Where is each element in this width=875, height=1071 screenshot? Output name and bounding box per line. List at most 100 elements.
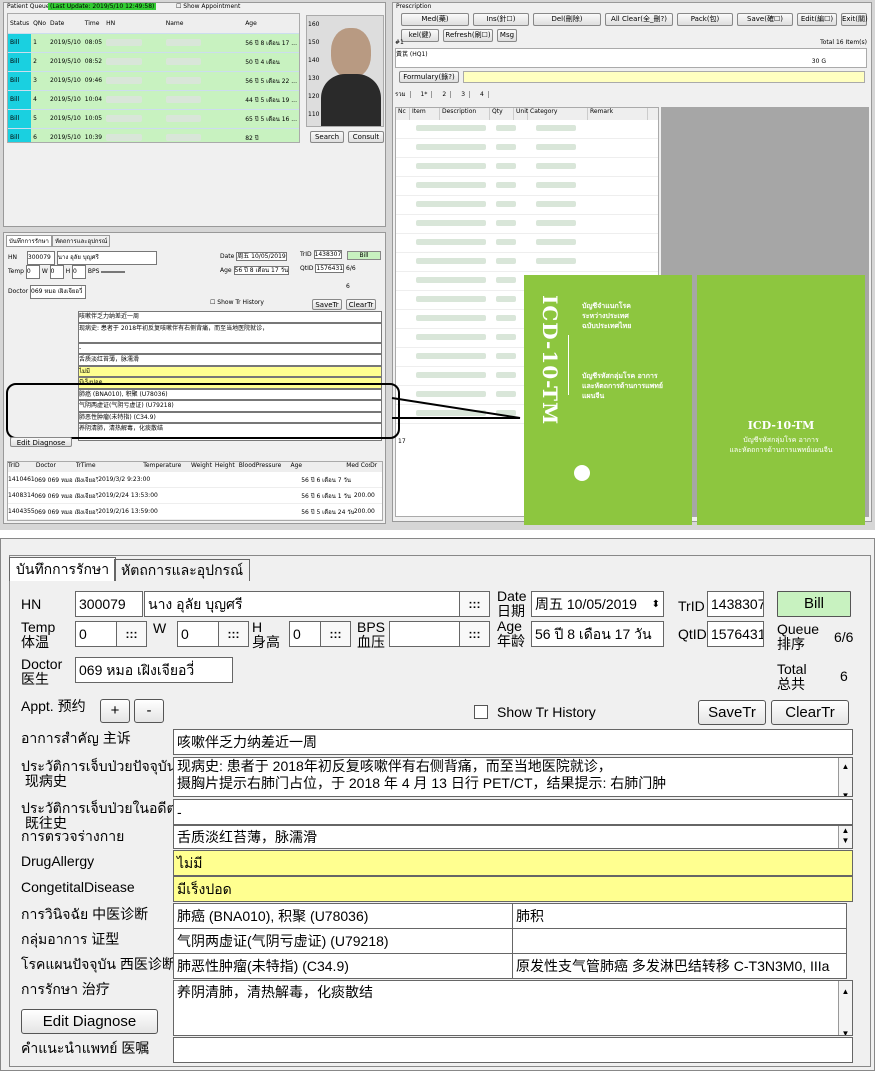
tab-treatment-record[interactable]: บันทึกการรักษา <box>9 557 117 581</box>
appt-add-button[interactable]: + <box>100 699 130 723</box>
rx-row[interactable] <box>396 253 658 272</box>
weight-lookup-button[interactable]: ::: <box>218 622 248 646</box>
col-header[interactable]: Status <box>8 14 32 34</box>
search-button[interactable]: Search <box>310 131 344 143</box>
hn-lookup-button[interactable]: ::: <box>459 592 489 616</box>
tr-col-header[interactable]: Height <box>215 462 239 472</box>
col-header[interactable]: Time <box>82 14 105 34</box>
show-tr-history-checkbox[interactable] <box>474 705 488 719</box>
table-row[interactable]: Bill42019/5/1010:04xxxxxxxxxxxxxxxxxxxx4… <box>8 90 299 110</box>
col-header[interactable]: Age <box>243 14 299 34</box>
tr-col-header[interactable]: TrTime <box>76 462 144 472</box>
syndrome-field[interactable]: 气阴两虚证(气阴亏虚证) (U79218) <box>173 928 513 954</box>
congenital-disease-field[interactable]: มีเร็งปอด <box>173 876 853 902</box>
temp-field[interactable]: 0::: <box>75 621 147 647</box>
rx-row[interactable] <box>396 139 658 158</box>
tcm-diagnosis-name-field[interactable]: 肺积 <box>512 903 847 929</box>
bps-lookup-button[interactable]: ::: <box>459 622 489 646</box>
date-field[interactable]: 周五 10/05/2019 ⬍ <box>531 591 664 617</box>
rx-button-6[interactable]: Edit(編☐) <box>797 13 837 26</box>
table-row[interactable]: Bill32019/5/1009:46xxxxxxxxxxxxxxxxxxxx5… <box>8 71 299 91</box>
rx-row[interactable] <box>396 158 658 177</box>
rx-toolbar2-button-1[interactable]: Refresh(刷☐) <box>443 29 493 42</box>
consult-button[interactable]: Consult <box>348 131 384 143</box>
formulary-input[interactable] <box>463 71 865 83</box>
rx-col-header[interactable]: Remark <box>588 108 648 120</box>
table-row[interactable]: Bill22019/5/1008:52xxxxxxxxxxxxxxxxxxxx5… <box>8 52 299 72</box>
table-row[interactable]: Bill62019/5/1010:39xxxxxxxxxxxxxxxxxxxx8… <box>8 128 299 142</box>
rx-tab-4[interactable]: 4 <box>480 91 489 98</box>
height-field[interactable]: 0::: <box>289 621 351 647</box>
physical-exam-scrollbar[interactable]: ▲ ▼ <box>838 826 852 848</box>
small-tab-procedure[interactable]: หัตถการและอุปกรณ์ <box>52 235 111 247</box>
appt-remove-button[interactable]: - <box>134 699 164 723</box>
western-diagnosis-name-field[interactable]: 原发性支气管肺癌 多发淋巴结转移 C-T3N3M0, IIIa <box>512 953 847 979</box>
tr-history-row[interactable]: 1410461 069 069 หมอ เฝิงเจียอวี่ 2019/3/2 … <box>8 472 382 488</box>
small-savetr-button[interactable]: SaveTr <box>312 299 342 310</box>
rx-toolbar2-button-0[interactable]: kel(鍵) <box>401 29 439 42</box>
rx-tab-0[interactable]: รวม <box>395 91 411 98</box>
rx-tab-3[interactable]: 3 <box>461 91 471 98</box>
table-row[interactable]: Bill52019/5/1010:05xxxxxxxxxxxxxxxxxxxx6… <box>8 109 299 129</box>
small-show-tr-history[interactable]: ☐ Show Tr History <box>210 299 264 306</box>
tr-col-header[interactable]: BloodPressure <box>239 462 291 472</box>
save-tr-button[interactable]: SaveTr <box>698 700 766 725</box>
treatment-scrollbar[interactable]: ▲ ▼ <box>838 981 852 1035</box>
rx-row[interactable] <box>396 120 658 139</box>
rx-button-7[interactable]: Exit(關) <box>841 13 868 26</box>
show-appointment-checkbox[interactable]: ☐ Show Appointment <box>176 3 240 10</box>
clear-tr-button[interactable]: ClearTr <box>771 700 849 725</box>
tr-col-header[interactable]: Weight <box>191 462 215 472</box>
rx-col-header[interactable]: Category <box>528 108 588 120</box>
syndrome-name-field[interactable] <box>512 928 847 954</box>
present-illness-field[interactable]: 现病史: 患者于 2018年初反复咳嗽伴有右侧背痛，而至当地医院就诊， 摄胸片提示… <box>173 757 853 797</box>
physical-exam-field[interactable]: 舌质淡红苔薄，脉濡滑 ▲ ▼ <box>173 825 853 849</box>
rx-row[interactable] <box>396 177 658 196</box>
drug-allergy-field[interactable]: ไม่มี <box>173 850 853 876</box>
col-header[interactable]: Name <box>163 14 244 34</box>
rx-toolbar2-button-2[interactable]: Msg <box>497 29 517 42</box>
small-edit-diagnose-button[interactable]: Edit Diagnose <box>10 437 72 447</box>
small-cleartr-button[interactable]: ClearTr <box>346 299 376 310</box>
rx-col-header[interactable]: Item <box>410 108 440 120</box>
tr-col-header[interactable]: Doctor <box>36 462 76 472</box>
col-header[interactable]: QNo <box>31 14 49 34</box>
patient-name-field[interactable]: นาง อุลัย บุญศรี::: <box>144 591 490 617</box>
doctor-advice-field[interactable] <box>173 1037 853 1063</box>
tr-col-header[interactable]: Dr <box>370 462 382 472</box>
rx-row[interactable] <box>396 196 658 215</box>
tr-history-row[interactable]: 1408314 069 069 หมอ เฝิงเจียอวี่ 2019/2/24… <box>8 488 382 504</box>
past-history-field[interactable]: - <box>173 799 853 825</box>
weight-field[interactable]: 0::: <box>177 621 249 647</box>
hn-field[interactable]: 300079 <box>75 591 143 617</box>
rx-row[interactable] <box>396 215 658 234</box>
small-bill-button[interactable]: Bill <box>347 251 381 260</box>
small-tab-record[interactable]: บันทึกการรักษา <box>6 235 52 247</box>
bps-field[interactable]: ::: <box>389 621 490 647</box>
rx-button-4[interactable]: Pack(包) <box>677 13 733 26</box>
rx-tab-1[interactable]: 1* <box>420 91 433 98</box>
temp-lookup-button[interactable]: ::: <box>116 622 146 646</box>
tr-col-header[interactable]: Med Cost <box>346 462 370 472</box>
bill-button[interactable]: Bill <box>777 591 851 617</box>
tcm-diagnosis-field[interactable]: 肺癌 (BNA010), 积聚 (U78036) <box>173 903 513 929</box>
tr-col-header[interactable]: Temperature <box>143 462 191 472</box>
edit-diagnose-button[interactable]: Edit Diagnose <box>21 1009 158 1034</box>
tr-history-row[interactable]: 1404355 069 069 หมอ เฝิงเจียอวี่ 2019/2/16… <box>8 504 382 520</box>
rx-row[interactable] <box>396 234 658 253</box>
chief-complaint-field[interactable]: 咳嗽伴乏力纳差近一周 <box>173 729 853 755</box>
present-illness-scrollbar[interactable]: ▲ ▼ <box>838 758 852 796</box>
rx-col-header[interactable]: Description <box>440 108 490 120</box>
rx-col-header[interactable]: Nc <box>396 108 410 120</box>
height-lookup-button[interactable]: ::: <box>320 622 350 646</box>
tr-col-header[interactable]: Age <box>290 462 346 472</box>
tab-procedures-equipment[interactable]: หัตถการและอุปกรณ์ <box>114 559 251 581</box>
col-header[interactable]: HN <box>104 14 164 34</box>
rx-button-2[interactable]: Del(刪除) <box>533 13 601 26</box>
rx-button-1[interactable]: Ins(針☐) <box>473 13 529 26</box>
rx-col-header[interactable]: Unit <box>514 108 528 120</box>
western-diagnosis-field[interactable]: 肺恶性肿瘤(未特指) (C34.9) <box>173 953 513 979</box>
rx-tab-2[interactable]: 2 <box>442 91 452 98</box>
rx-button-3[interactable]: All Clear(全_刪?) <box>605 13 673 26</box>
date-spinner-icon[interactable]: ⬍ <box>652 592 660 616</box>
